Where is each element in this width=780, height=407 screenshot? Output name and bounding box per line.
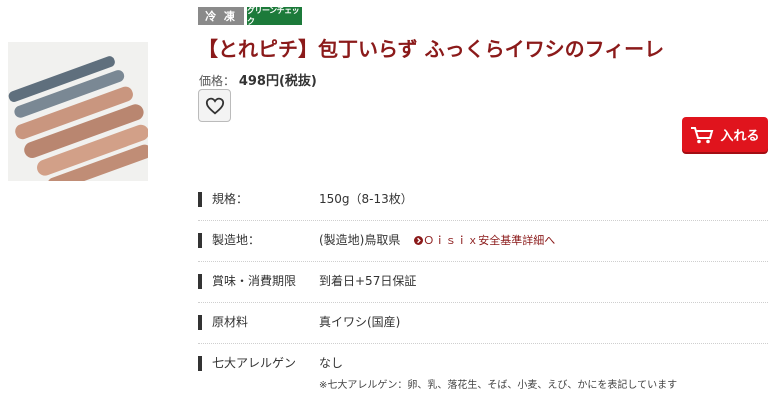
- spec-table: 規格： 150g（8-13枚） 製造地： (製造地)鳥取県 Ｏｉｓｉｘ安全基準詳…: [198, 180, 768, 404]
- product-title: 【とれピチ】包丁いらず ふっくらイワシのフィーレ: [198, 37, 665, 61]
- price-label: 価格：: [199, 74, 236, 88]
- heart-icon: [205, 97, 224, 115]
- cart-button-label: 入れる: [720, 129, 760, 144]
- spec-row-size: 規格： 150g（8-13枚）: [198, 180, 768, 221]
- spec-value-allergens-wrap: なし ※七大アレルゲン：卵、乳、落花生、そば、小麦、えび、かにを表記しています: [319, 356, 677, 393]
- spec-value-allergens: なし: [319, 356, 344, 370]
- safety-standard-link[interactable]: Ｏｉｓｉｘ安全基準詳細へ: [414, 234, 555, 247]
- spec-label-allergens: 七大アレルゲン: [198, 356, 305, 371]
- price: 価格： 498円(税抜): [199, 70, 317, 89]
- cart-icon: [691, 126, 714, 143]
- spec-label-expiry: 賞味・消費期限: [198, 274, 305, 289]
- spec-label-ingredients: 原材料: [198, 315, 305, 330]
- spec-value-expiry: 到着日+57日保証: [319, 274, 417, 288]
- green-check-badge: グリーンチェック: [247, 6, 302, 26]
- frozen-badge: 冷 凍: [198, 7, 244, 25]
- spec-value-origin: (製造地)鳥取県: [319, 233, 401, 247]
- spec-label-size: 規格：: [198, 192, 305, 207]
- add-to-cart-button[interactable]: 入れる: [682, 117, 768, 152]
- spec-row-ingredients: 原材料 真イワシ(国産): [198, 303, 768, 344]
- price-value: 498円(税抜): [238, 74, 317, 89]
- spec-label-origin: 製造地：: [198, 233, 305, 248]
- allergen-note: ※七大アレルゲン：卵、乳、落花生、そば、小麦、えび、かにを表記しています: [319, 380, 678, 391]
- circle-arrow-icon: [414, 236, 424, 245]
- spec-row-origin: 製造地： (製造地)鳥取県 Ｏｉｓｉｘ安全基準詳細へ: [198, 221, 768, 262]
- safety-standard-link-text[interactable]: Ｏｉｓｉｘ安全基準詳細へ: [423, 234, 555, 247]
- spec-value-ingredients: 真イワシ(国産): [319, 315, 401, 329]
- badge-group: 冷 凍 グリーンチェック: [198, 6, 302, 26]
- spec-value-origin-wrap: (製造地)鳥取県 Ｏｉｓｉｘ安全基準詳細へ: [319, 233, 555, 248]
- spec-row-allergens: 七大アレルゲン なし ※七大アレルゲン：卵、乳、落花生、そば、小麦、えび、かにを…: [198, 344, 768, 404]
- product-image: [8, 42, 148, 181]
- spec-row-expiry: 賞味・消費期限 到着日+57日保証: [198, 262, 768, 303]
- spec-value-size: 150g（8-13枚）: [319, 192, 413, 206]
- favorite-button[interactable]: [198, 89, 231, 122]
